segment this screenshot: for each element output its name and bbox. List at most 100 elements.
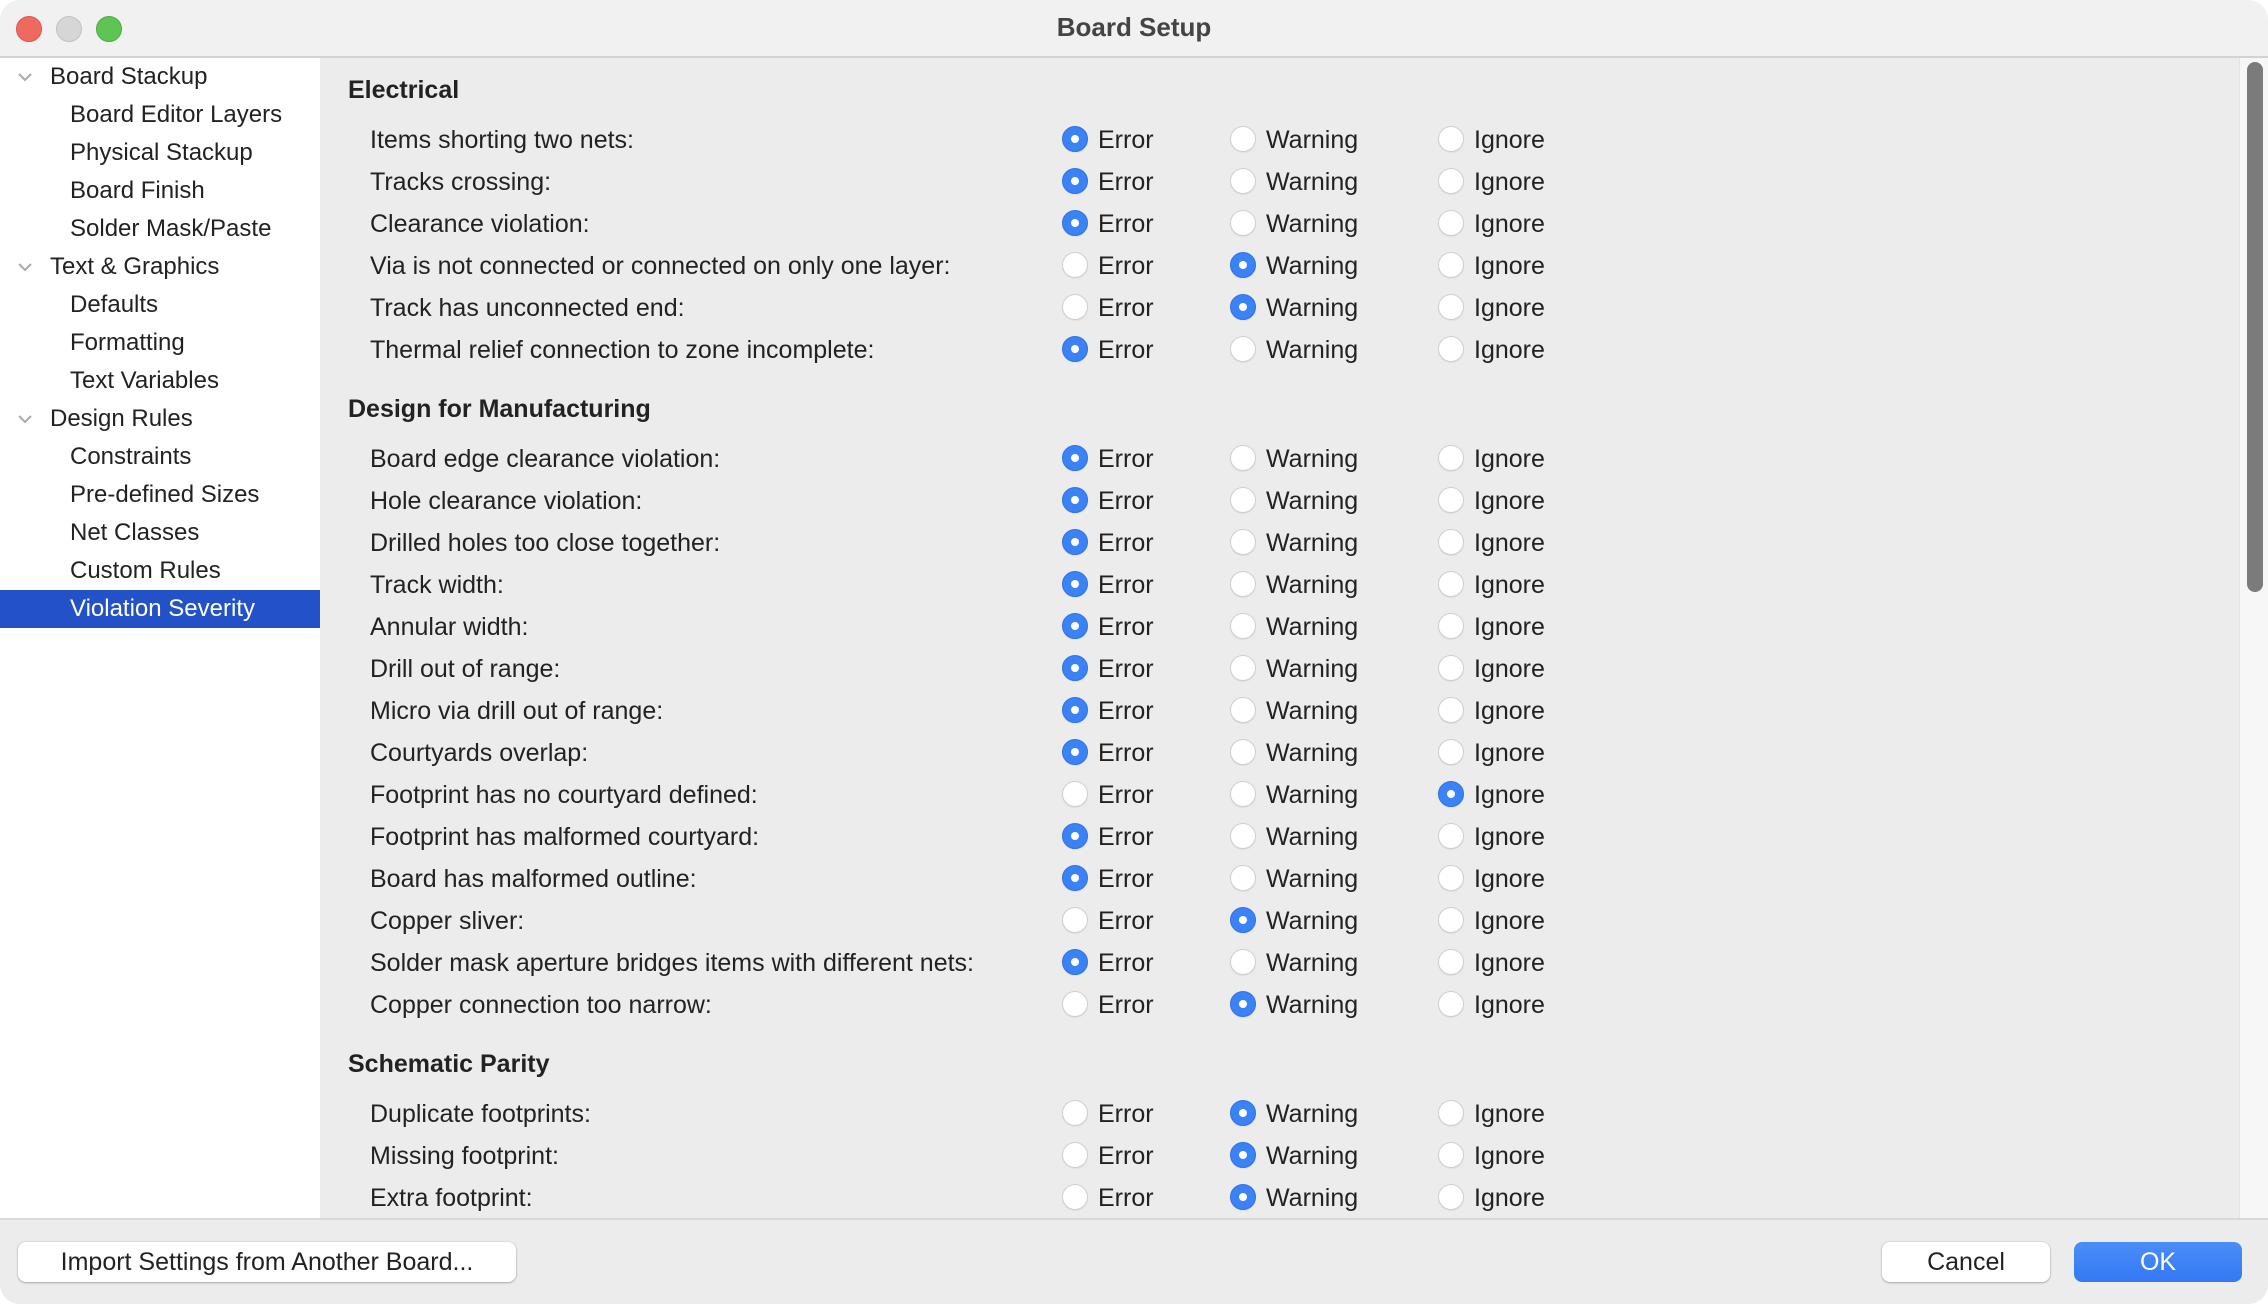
- sidebar-item-constraints[interactable]: Constraints: [0, 438, 320, 476]
- radio-button[interactable]: [1438, 571, 1464, 597]
- sidebar-item-board-editor-layers[interactable]: Board Editor Layers: [0, 96, 320, 134]
- radio-button[interactable]: [1438, 1100, 1464, 1126]
- radio-button[interactable]: [1062, 529, 1088, 555]
- radio-button[interactable]: [1230, 739, 1256, 765]
- radio-button[interactable]: [1230, 294, 1256, 320]
- cancel-button[interactable]: Cancel: [1882, 1242, 2050, 1282]
- radio-button[interactable]: [1230, 126, 1256, 152]
- radio-button[interactable]: [1438, 210, 1464, 236]
- ok-button[interactable]: OK: [2074, 1242, 2242, 1282]
- radio-button[interactable]: [1230, 487, 1256, 513]
- radio-button[interactable]: [1438, 168, 1464, 194]
- radio-label: Ignore: [1474, 529, 1545, 557]
- sidebar-item-board-stackup[interactable]: Board Stackup: [0, 58, 320, 96]
- radio-button[interactable]: [1438, 655, 1464, 681]
- sidebar-item-solder-mask-paste[interactable]: Solder Mask/Paste: [0, 210, 320, 248]
- radio-button[interactable]: [1230, 949, 1256, 975]
- radio-button[interactable]: [1438, 991, 1464, 1017]
- radio-button[interactable]: [1062, 739, 1088, 765]
- scrollbar-thumb[interactable]: [2247, 62, 2263, 592]
- radio-button[interactable]: [1062, 168, 1088, 194]
- radio-button[interactable]: [1062, 1184, 1088, 1210]
- radio-button[interactable]: [1438, 126, 1464, 152]
- radio-button[interactable]: [1438, 907, 1464, 933]
- radio-button[interactable]: [1062, 126, 1088, 152]
- sidebar-item-defaults[interactable]: Defaults: [0, 286, 320, 324]
- radio-button[interactable]: [1438, 336, 1464, 362]
- radio-button[interactable]: [1438, 487, 1464, 513]
- radio-button[interactable]: [1062, 949, 1088, 975]
- radio-button[interactable]: [1438, 529, 1464, 555]
- sidebar-item-custom-rules[interactable]: Custom Rules: [0, 552, 320, 590]
- radio-button[interactable]: [1062, 445, 1088, 471]
- radio-button[interactable]: [1438, 1142, 1464, 1168]
- radio-button[interactable]: [1230, 907, 1256, 933]
- radio-button[interactable]: [1230, 1100, 1256, 1126]
- radio-button[interactable]: [1230, 697, 1256, 723]
- vertical-scrollbar[interactable]: [2239, 58, 2268, 1218]
- radio-label: Warning: [1266, 991, 1359, 1019]
- radio-button[interactable]: [1438, 865, 1464, 891]
- radio-button[interactable]: [1438, 252, 1464, 278]
- radio-button[interactable]: [1230, 571, 1256, 597]
- radio-button[interactable]: [1062, 781, 1088, 807]
- radio-button[interactable]: [1438, 1184, 1464, 1210]
- radio-button[interactable]: [1062, 907, 1088, 933]
- radio-button[interactable]: [1438, 739, 1464, 765]
- radio-button[interactable]: [1230, 1184, 1256, 1210]
- radio-button[interactable]: [1230, 529, 1256, 555]
- radio-label: Warning: [1266, 697, 1359, 725]
- radio-button[interactable]: [1062, 1100, 1088, 1126]
- radio-button[interactable]: [1230, 1142, 1256, 1168]
- chevron-down-icon[interactable]: [16, 400, 36, 438]
- radio-button[interactable]: [1230, 865, 1256, 891]
- severity-row: Track has unconnected end: Error Warning Ig…: [320, 287, 2239, 329]
- radio-button[interactable]: [1062, 252, 1088, 278]
- radio-button[interactable]: [1062, 1142, 1088, 1168]
- sidebar-item-board-finish[interactable]: Board Finish: [0, 172, 320, 210]
- sidebar-item-text-variables[interactable]: Text Variables: [0, 362, 320, 400]
- severity-row: Drill out of range: Error Warning Ignore: [320, 648, 2239, 690]
- radio-button[interactable]: [1438, 445, 1464, 471]
- radio-button[interactable]: [1062, 991, 1088, 1017]
- radio-button[interactable]: [1230, 445, 1256, 471]
- chevron-down-icon[interactable]: [16, 248, 36, 286]
- radio-button[interactable]: [1438, 823, 1464, 849]
- sidebar-item-pre-defined-sizes[interactable]: Pre-defined Sizes: [0, 476, 320, 514]
- radio-button[interactable]: [1062, 613, 1088, 639]
- sidebar-item-text-graphics[interactable]: Text & Graphics: [0, 248, 320, 286]
- sidebar-item-net-classes[interactable]: Net Classes: [0, 514, 320, 552]
- sidebar-item-violation-severity[interactable]: Violation Severity: [0, 590, 320, 628]
- radio-button[interactable]: [1062, 294, 1088, 320]
- radio-button[interactable]: [1230, 168, 1256, 194]
- radio-button[interactable]: [1438, 613, 1464, 639]
- radio-button[interactable]: [1062, 823, 1088, 849]
- sidebar-item-physical-stackup[interactable]: Physical Stackup: [0, 134, 320, 172]
- radio-button[interactable]: [1062, 697, 1088, 723]
- radio-button[interactable]: [1230, 613, 1256, 639]
- sidebar-item-design-rules[interactable]: Design Rules: [0, 400, 320, 438]
- radio-button[interactable]: [1438, 949, 1464, 975]
- radio-button[interactable]: [1438, 781, 1464, 807]
- radio-button[interactable]: [1230, 655, 1256, 681]
- radio-button[interactable]: [1062, 571, 1088, 597]
- radio-button[interactable]: [1062, 487, 1088, 513]
- import-settings-button[interactable]: Import Settings from Another Board...: [18, 1242, 516, 1282]
- radio-label: Ignore: [1474, 252, 1545, 280]
- radio-button[interactable]: [1230, 336, 1256, 362]
- radio-button[interactable]: [1062, 655, 1088, 681]
- radio-button[interactable]: [1438, 294, 1464, 320]
- radio-button[interactable]: [1062, 865, 1088, 891]
- radio-button[interactable]: [1230, 823, 1256, 849]
- radio-button[interactable]: [1062, 210, 1088, 236]
- radio-button[interactable]: [1230, 991, 1256, 1017]
- radio-button[interactable]: [1230, 781, 1256, 807]
- radio-button[interactable]: [1438, 697, 1464, 723]
- radio-button[interactable]: [1230, 252, 1256, 278]
- radio-button[interactable]: [1062, 336, 1088, 362]
- radio-label: Ignore: [1474, 907, 1545, 935]
- section-title: Design for Manufacturing: [348, 395, 651, 423]
- chevron-down-icon[interactable]: [16, 58, 36, 96]
- radio-button[interactable]: [1230, 210, 1256, 236]
- sidebar-item-formatting[interactable]: Formatting: [0, 324, 320, 362]
